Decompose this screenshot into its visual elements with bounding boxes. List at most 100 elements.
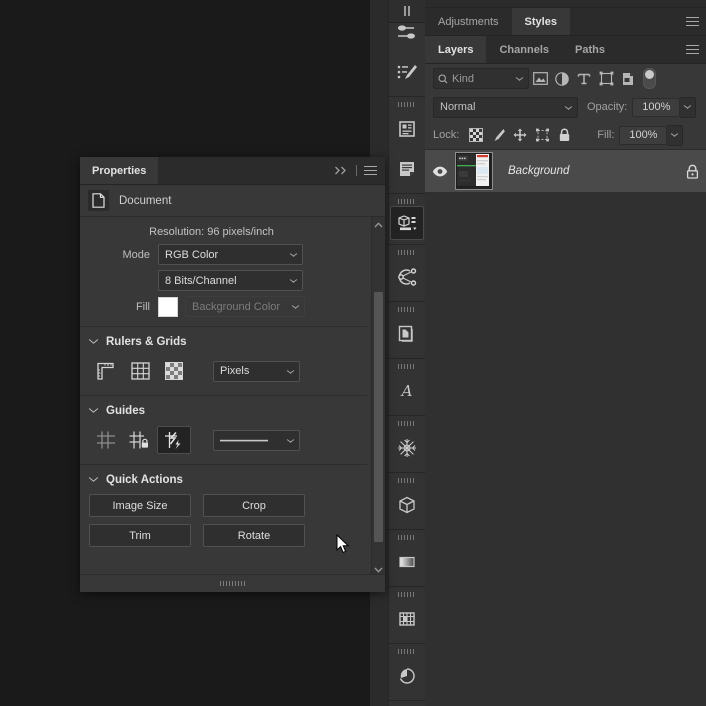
rail-grip[interactable] (389, 416, 425, 428)
image-size-button[interactable]: Image Size (89, 494, 191, 517)
lock-all-icon[interactable] (553, 125, 575, 145)
section-title: Guides (106, 405, 145, 417)
rail-group-properties (389, 194, 425, 245)
rail-grip[interactable] (389, 587, 425, 599)
3d-cube-icon[interactable] (390, 485, 424, 525)
gradients-icon[interactable] (390, 542, 424, 582)
crop-button[interactable]: Crop (203, 494, 305, 517)
opacity-input[interactable]: 100% (632, 97, 681, 117)
lock-artboard-icon[interactable] (531, 125, 553, 145)
properties-content: Resolution: 96 pixels/inch Mode RGB Colo… (80, 217, 367, 562)
chevron-down-icon[interactable] (89, 408, 98, 414)
rail-group-libraries (389, 97, 425, 194)
rail-group-paths (389, 245, 425, 302)
smart-guides-icon[interactable] (157, 426, 191, 454)
show-guides-icon[interactable] (89, 426, 123, 454)
blend-mode-select[interactable]: Normal (433, 96, 578, 118)
table-row[interactable]: Background (425, 150, 706, 193)
paths-node-icon[interactable] (390, 257, 424, 297)
fill-type-select[interactable]: Background Color (185, 296, 305, 317)
lock-position-icon[interactable] (509, 125, 531, 145)
section-rulers-grids-header[interactable]: Rulers & Grids (80, 327, 367, 355)
rail-grip[interactable] (389, 245, 425, 257)
rail-grip[interactable] (389, 302, 425, 314)
dock-top-stub (425, 0, 706, 8)
properties-cube-icon[interactable] (390, 206, 424, 240)
patterns-icon[interactable] (390, 599, 424, 639)
guides-row (80, 424, 367, 464)
ruler-icon[interactable] (89, 357, 123, 385)
chevron-down-icon[interactable] (89, 339, 98, 345)
transparency-grid-icon[interactable] (157, 357, 191, 385)
chevron-down-icon (292, 305, 299, 309)
scrollbar-track[interactable] (373, 232, 384, 562)
styles-brush-icon[interactable] (390, 52, 424, 92)
layer-comps-icon[interactable] (390, 314, 424, 354)
fill-stepper[interactable] (667, 124, 684, 146)
tab-channels[interactable]: Channels (486, 36, 562, 63)
layers-filter-row: Kind (425, 64, 706, 93)
lock-guides-icon[interactable] (123, 426, 157, 454)
rotate-button[interactable]: Rotate (203, 524, 305, 547)
properties-resize-footer[interactable] (80, 574, 385, 592)
history-icon[interactable] (390, 656, 424, 696)
trim-button[interactable]: Trim (89, 524, 191, 547)
lock-image-pixels-icon[interactable] (487, 125, 509, 145)
chevron-down-icon (684, 105, 691, 109)
rail-top-stub[interactable] (389, 0, 425, 23)
chevron-down-icon[interactable] (89, 477, 98, 483)
properties-document-header: Document (80, 185, 385, 217)
adjustments-panel-menu-icon[interactable] (686, 8, 699, 35)
guide-line-style-select[interactable] (213, 429, 300, 451)
section-quick-actions-header[interactable]: Quick Actions (80, 465, 367, 493)
fill-input[interactable]: 100% (619, 125, 668, 145)
layer-filter-kind-select[interactable]: Kind (433, 68, 529, 89)
glyphs-a-icon[interactable]: A (390, 371, 424, 411)
rail-grip[interactable] (389, 359, 425, 371)
bit-depth-select[interactable]: 8 Bits/Channel (158, 270, 303, 291)
quick-actions-grid: Image Size Crop Trim Rotate (80, 493, 367, 562)
document-label: Document (119, 194, 172, 207)
filter-smart-object-icon[interactable] (617, 68, 639, 90)
filter-type-icon[interactable] (573, 68, 595, 90)
libraries-icon[interactable] (390, 109, 424, 149)
section-guides-header[interactable]: Guides (80, 396, 367, 424)
notes-icon[interactable] (390, 149, 424, 189)
grid-icon[interactable] (123, 357, 157, 385)
tab-properties[interactable]: Properties (80, 157, 159, 184)
mode-label: Mode (122, 248, 150, 261)
collapse-double-chevron-icon[interactable] (334, 157, 349, 184)
kind-label: Kind (452, 72, 475, 85)
layer-visibility-toggle[interactable] (425, 166, 455, 177)
properties-scrollbar[interactable] (371, 217, 385, 577)
rail-grip[interactable] (389, 473, 425, 485)
opacity-stepper[interactable] (680, 96, 697, 118)
rulers-units-select[interactable]: Pixels (213, 360, 300, 382)
tab-layers[interactable]: Layers (425, 36, 487, 63)
document-icon (88, 190, 109, 211)
filter-enable-toggle[interactable] (643, 68, 656, 89)
color-mode-select[interactable]: RGB Color (158, 244, 303, 265)
fill-color-swatch[interactable] (158, 296, 178, 317)
rail-grip[interactable] (389, 644, 425, 656)
tab-adjustments[interactable]: Adjustments (425, 8, 512, 35)
filter-shape-icon[interactable] (595, 68, 617, 90)
scrollbar-thumb[interactable] (374, 292, 383, 542)
tab-paths[interactable]: Paths (562, 36, 618, 63)
rail-grip[interactable] (389, 97, 425, 109)
filter-adjustment-icon[interactable] (551, 68, 573, 90)
resize-grip-icon[interactable] (219, 581, 246, 586)
scroll-up-button[interactable] (372, 217, 385, 232)
layer-name[interactable]: Background (493, 165, 678, 177)
chevron-down-icon (565, 106, 572, 110)
filter-pixel-icon[interactable] (529, 68, 551, 90)
navigator-snowflake-icon[interactable] (390, 428, 424, 468)
lock-label: Lock: (433, 129, 460, 141)
layers-panel-menu-icon[interactable] (686, 36, 699, 63)
tab-styles[interactable]: Styles (511, 8, 570, 35)
mode-row: Mode RGB Color (80, 244, 367, 265)
rail-grip[interactable] (389, 530, 425, 542)
lock-transparency-icon[interactable] (465, 125, 487, 145)
properties-panel-menu-icon[interactable] (364, 157, 377, 184)
rail-grip[interactable] (389, 194, 425, 206)
